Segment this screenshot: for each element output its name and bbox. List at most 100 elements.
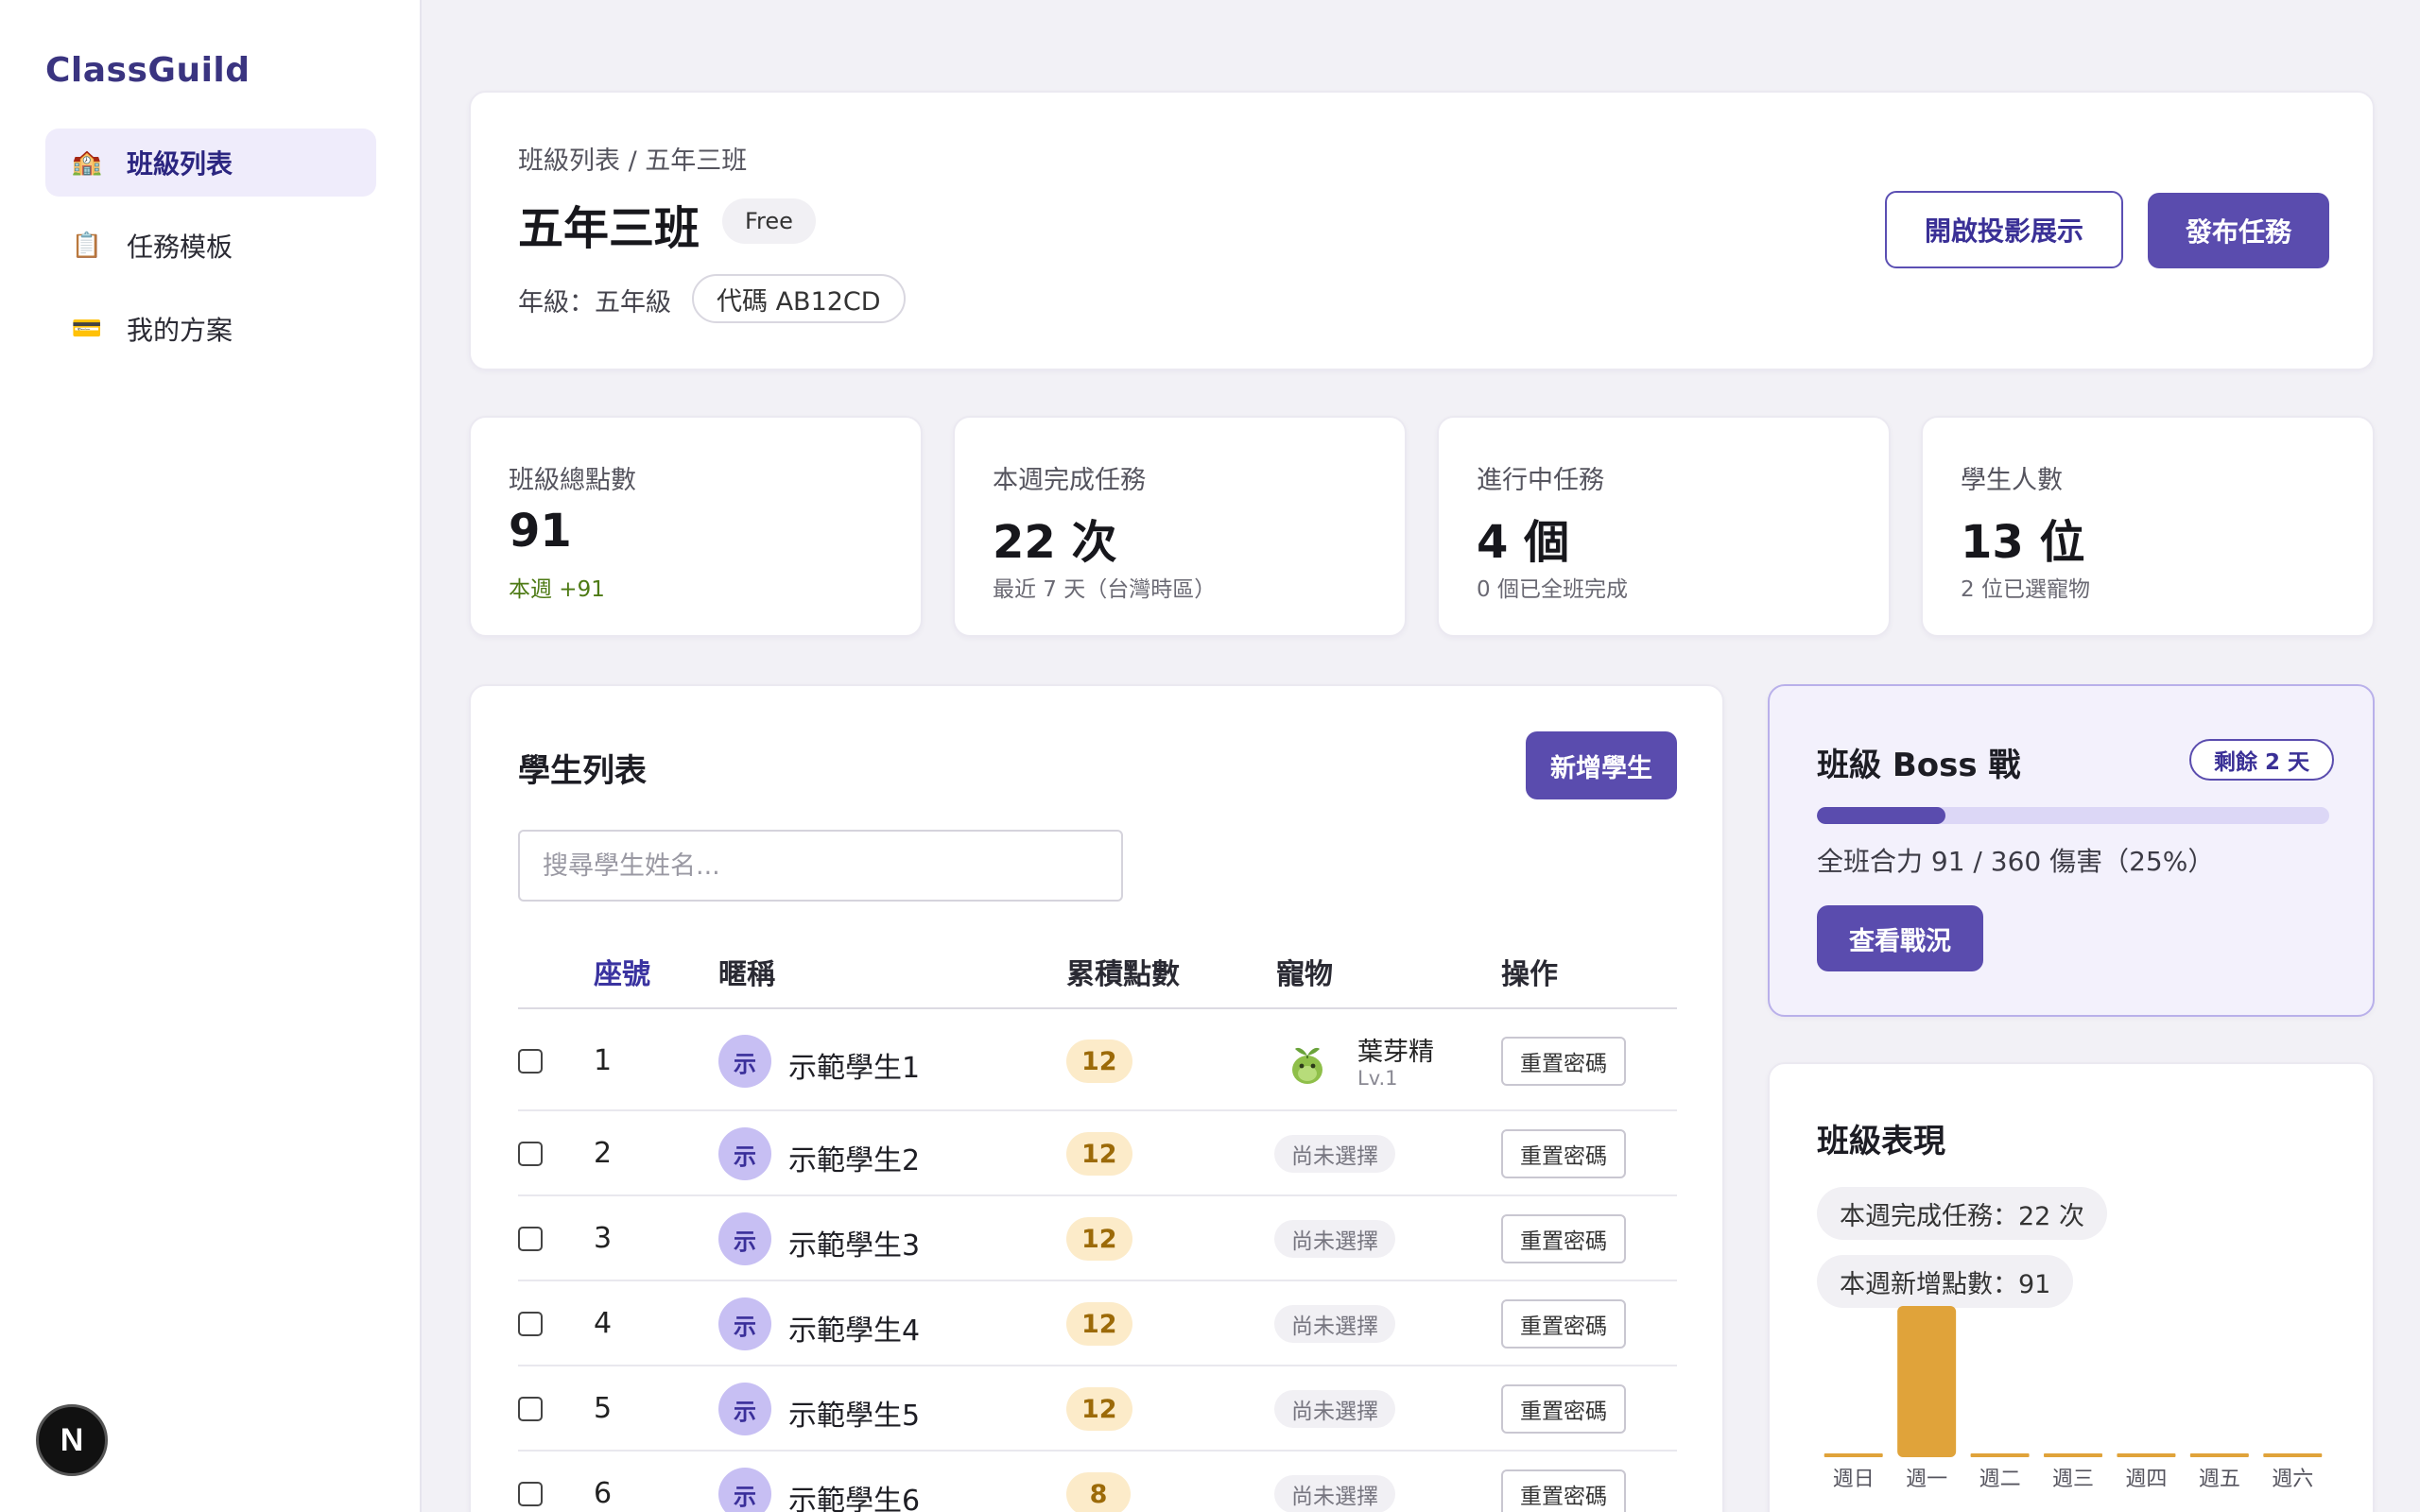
seat-number: 6	[594, 1477, 613, 1510]
pet-not-selected-badge: 尚未選擇	[1274, 1305, 1395, 1343]
avatar: 示	[718, 1035, 771, 1088]
sidebar-item-label: 任務模板	[127, 232, 233, 263]
student-name[interactable]: 示範學生3	[788, 1222, 920, 1263]
chart-tick-label: 週三	[2052, 1468, 2094, 1491]
student-name[interactable]: 示範學生5	[788, 1392, 920, 1434]
table-row[interactable]: 5 示示範學生5 12 尚未選擇 重置密碼	[518, 1366, 1677, 1452]
points-badge: 12	[1066, 1132, 1132, 1176]
column-header-seat[interactable]: 座號	[594, 951, 650, 992]
student-name[interactable]: 示範學生2	[788, 1137, 920, 1178]
sprout-pet-icon	[1292, 1047, 1322, 1084]
credit-card-icon: 💳	[71, 315, 103, 343]
grade-label: 年級：五年級	[518, 288, 671, 318]
student-name[interactable]: 示範學生6	[788, 1477, 920, 1512]
row-checkbox[interactable]	[518, 1049, 543, 1074]
stat-card-total-points: 班級總點數 91 本週 +91	[469, 416, 923, 637]
plan-badge: Free	[722, 198, 816, 244]
sidebar-item-label: 我的方案	[127, 315, 233, 346]
breadcrumb[interactable]: 班級列表 / 五年三班	[518, 140, 747, 177]
stat-value: 13 位	[1961, 516, 2085, 569]
table-header-divider	[518, 1007, 1677, 1009]
boss-progress-fill	[1817, 807, 1945, 824]
table-row[interactable]: 2 示示範學生2 12 尚未選擇 重置密碼	[518, 1111, 1677, 1196]
points-badge: 12	[1066, 1302, 1132, 1346]
table-row[interactable]: 3 示示範學生3 12 尚未選擇 重置密碼	[518, 1196, 1677, 1281]
brand-logo[interactable]: ClassGuild	[45, 51, 251, 90]
stat-label: 進行中任務	[1477, 466, 1604, 495]
sidebar-item-class-list[interactable]: 🏫 班級列表	[45, 129, 376, 197]
publish-task-button[interactable]: 發布任務	[2148, 193, 2329, 268]
stat-sub: 2 位已選寵物	[1961, 577, 2090, 602]
table-row[interactable]: 6 示示範學生6 8 尚未選擇 重置密碼	[518, 1452, 1677, 1512]
seat-number: 5	[594, 1392, 613, 1425]
weekly-tasks-pill: 本週完成任務：22 次	[1817, 1187, 2107, 1240]
row-checkbox[interactable]	[518, 1312, 543, 1336]
stat-label: 班級總點數	[509, 466, 636, 495]
table-row[interactable]: 4 示示範學生4 12 尚未選擇 重置密碼	[518, 1281, 1677, 1366]
column-header-actions: 操作	[1501, 958, 1558, 991]
points-badge: 12	[1066, 1040, 1132, 1083]
student-list-card: 學生列表 新增學生 座號 暱稱 累積點數 寵物 操作 1示示範學生112 葉芽精…	[469, 684, 1724, 1512]
chart-bar	[1897, 1306, 1957, 1457]
chart-bar	[1824, 1453, 1883, 1457]
stat-value: 22 次	[993, 516, 1117, 569]
stat-label: 學生人數	[1961, 466, 2063, 495]
column-header-pet[interactable]: 寵物	[1276, 951, 1333, 992]
student-name[interactable]: 示範學生1	[788, 1044, 920, 1086]
student-name[interactable]: 示範學生4	[788, 1307, 920, 1349]
add-student-button[interactable]: 新增學生	[1526, 731, 1677, 799]
reset-password-button[interactable]: 重置密碼	[1501, 1299, 1626, 1349]
reset-password-button[interactable]: 重置密碼	[1501, 1037, 1626, 1086]
clipboard-icon: 📋	[71, 232, 103, 260]
class-code-badge[interactable]: 代碼 AB12CD	[692, 274, 906, 323]
chart-tick-label: 週一	[1906, 1468, 1947, 1491]
avatar: 示	[718, 1468, 771, 1512]
stat-card-active-tasks: 進行中任務 4 個 0 個已全班完成	[1437, 416, 1891, 637]
seat-number: 2	[594, 1137, 613, 1170]
chart-bar	[1970, 1453, 2030, 1457]
pet-not-selected-badge: 尚未選擇	[1274, 1390, 1395, 1428]
dev-tools-badge[interactable]: N	[36, 1404, 108, 1476]
sidebar-item-my-plan[interactable]: 💳 我的方案	[45, 295, 376, 363]
chart-bar	[2117, 1453, 2176, 1457]
chart-bar	[2044, 1453, 2102, 1457]
student-search-input[interactable]	[518, 830, 1123, 902]
chart-tick-label: 週日	[1833, 1468, 1875, 1491]
section-title: 班級表現	[1817, 1123, 1945, 1160]
remaining-days-badge: 剩餘 2 天	[2189, 739, 2335, 781]
chart-tick-label: 週二	[1979, 1468, 2021, 1491]
chart-bar	[2189, 1453, 2249, 1457]
page-title: 五年三班	[518, 202, 700, 255]
stat-sub: 0 個已全班完成	[1477, 577, 1628, 602]
row-checkbox[interactable]	[518, 1397, 543, 1421]
boss-battle-card: 班級 Boss 戰 剩餘 2 天 全班合力 91 / 360 傷害（25%） 查…	[1768, 684, 2375, 1017]
chart-tick-label: 週五	[2199, 1468, 2240, 1491]
avatar: 示	[718, 1383, 771, 1435]
row-checkbox[interactable]	[518, 1142, 543, 1166]
avatar: 示	[718, 1212, 771, 1265]
reset-password-button[interactable]: 重置密碼	[1501, 1129, 1626, 1178]
reset-password-button[interactable]: 重置密碼	[1501, 1469, 1626, 1512]
row-checkbox[interactable]	[518, 1227, 543, 1251]
stat-card-student-count: 學生人數 13 位 2 位已選寵物	[1921, 416, 2375, 637]
boss-progress-bar	[1817, 807, 2329, 824]
sidebar-item-task-templates[interactable]: 📋 任務模板	[45, 212, 376, 280]
seat-number: 1	[594, 1044, 613, 1077]
view-battle-button[interactable]: 查看戰況	[1817, 905, 1983, 971]
sidebar-item-label: 班級列表	[127, 148, 233, 180]
column-header-points[interactable]: 累積點數	[1066, 951, 1180, 992]
reset-password-button[interactable]: 重置密碼	[1501, 1384, 1626, 1434]
stat-card-weekly-tasks: 本週完成任務 22 次 最近 7 天（台灣時區）	[953, 416, 1407, 637]
table-row[interactable]: 1 示示範學生1 12 葉芽精 Lv.1 重置密碼	[518, 1011, 1677, 1111]
seat-number: 4	[594, 1307, 613, 1340]
column-header-nickname[interactable]: 暱稱	[718, 951, 775, 992]
avatar: 示	[718, 1297, 771, 1350]
section-title: 學生列表	[518, 752, 647, 790]
pet-not-selected-badge: 尚未選擇	[1274, 1135, 1395, 1173]
points-badge: 8	[1066, 1472, 1131, 1512]
reset-password-button[interactable]: 重置密碼	[1501, 1214, 1626, 1263]
open-projection-button[interactable]: 開啟投影展示	[1885, 191, 2123, 268]
row-checkbox[interactable]	[518, 1482, 543, 1506]
school-icon: 🏫	[71, 148, 103, 177]
pet-name: 葉芽精	[1357, 1038, 1434, 1067]
